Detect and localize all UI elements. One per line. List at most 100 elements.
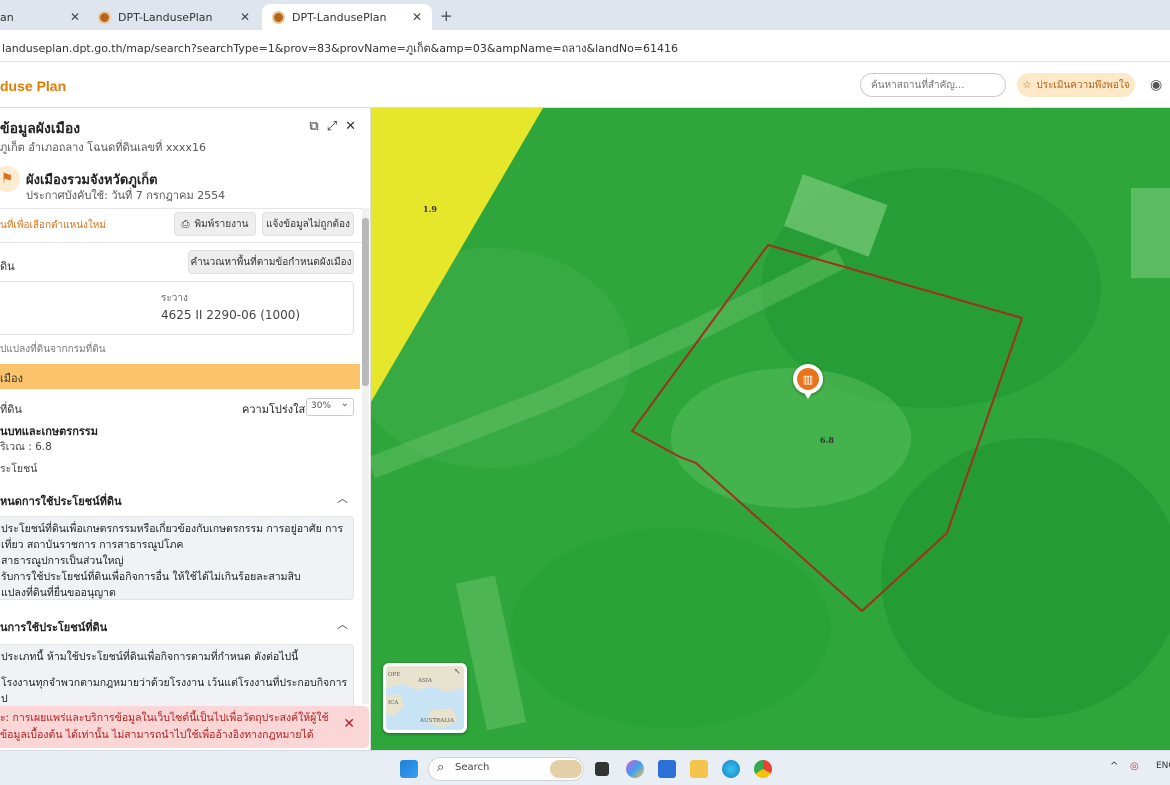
minimap-label: OPE xyxy=(388,672,401,678)
address-bar[interactable]: landuseplan.dpt.go.th/map/search?searchT… xyxy=(0,30,1170,62)
transparency-select[interactable]: 30% xyxy=(306,398,354,416)
overview-minimap[interactable]: OPE ASIA ICA AUSTRALIA ↖ xyxy=(383,663,467,733)
satisfaction-survey-button[interactable]: ☆ ประเมินความพึงพอใจ xyxy=(1017,73,1135,97)
taskbar-search-label: Search xyxy=(455,762,490,773)
vegetation-patch xyxy=(881,438,1170,718)
map-view[interactable]: 1.9 6.8 ▥ OPE ASIA ICA AUSTRALIA ↖ xyxy=(371,108,1170,750)
disclaimer-line: ข้อมูลเบื้องต้น ได้เท่านั้น ไม่สามารถนำไ… xyxy=(0,729,314,741)
plan-effective-date: ประกาศบังคับใช้: วันที่ 7 กรกฎาคม 2554 xyxy=(26,189,226,202)
printer-icon: ⎙ xyxy=(181,218,190,230)
divider xyxy=(0,208,362,209)
land-row-label: ดิน xyxy=(0,260,15,273)
map-pin-icon: ▥ xyxy=(797,368,819,390)
prohibited-rules-box: ประเภทนี้ ห้ามใช้ประโยชน์ที่ดินเพื่อกิจก… xyxy=(0,644,354,714)
rule-line: เที่ยว สถาบันราชการ การสาธารณูปโภค xyxy=(1,539,184,551)
panel-window-controls: ⧉ ⤢ ✕ xyxy=(309,119,356,134)
tab-label: an xyxy=(0,10,14,24)
minimap-label: ICA xyxy=(388,700,399,706)
close-tab-icon[interactable]: ✕ xyxy=(412,10,422,24)
rule-line: ป xyxy=(1,693,8,705)
collapse-minimap-icon[interactable]: ↖ xyxy=(454,667,461,676)
zone-value-label: 1.9 xyxy=(423,204,437,214)
app-logo[interactable]: duse Plan xyxy=(0,78,66,94)
section-prohibited-title[interactable]: นการใช้ประโยชน์ที่ดิน xyxy=(0,618,107,636)
file-explorer-icon[interactable] xyxy=(690,760,708,778)
transparency-label: ความโปร่งใส xyxy=(242,403,306,416)
browser-tab[interactable]: DPT-LandusePlan ✕ xyxy=(88,4,260,30)
close-tab-icon[interactable]: ✕ xyxy=(240,10,250,24)
rule-line: โรงงานทุกจำพวกตามกฎหมายว่าด้วยโรงงาน เว้… xyxy=(1,677,348,689)
close-icon[interactable]: ✕ xyxy=(345,119,356,134)
tab-label: DPT-LandusePlan xyxy=(292,10,387,24)
benefit-label: ระโยชน์ xyxy=(0,463,38,475)
new-tab-icon[interactable]: + xyxy=(440,7,453,25)
chevron-up-icon[interactable]: ︿ xyxy=(337,490,348,506)
input-language[interactable]: ENG xyxy=(1156,761,1170,771)
chrome-browser-icon[interactable] xyxy=(754,760,772,778)
store-icon[interactable] xyxy=(658,760,676,778)
edge-browser-icon[interactable] xyxy=(722,760,740,778)
zone-area: ริเวณ : 6.8 xyxy=(0,441,52,453)
satisfaction-survey-label: ประเมินความพึงพอใจ xyxy=(1036,79,1130,91)
camera-icon[interactable]: ◉ xyxy=(1150,77,1162,93)
minimap-label: AUSTRALIA xyxy=(420,718,454,724)
map-layer-icon[interactable]: ⧉ xyxy=(309,119,318,134)
town-plan-info-panel: ข้อมูลผังเมือง ภูเก็ต อำเภอถลาง โฉนดที่ด… xyxy=(0,108,371,750)
vegetation-patch xyxy=(671,368,911,508)
chevron-up-icon[interactable]: ︿ xyxy=(337,616,348,632)
location-pin[interactable]: ▥ xyxy=(793,364,823,399)
section-land-use-title[interactable]: หนดการใช้ประโยชน์ที่ดิน xyxy=(0,492,122,510)
tab-label: DPT-LandusePlan xyxy=(118,10,213,24)
rule-line: สาธารณูปการเป็นส่วนใหญ่ xyxy=(1,555,124,567)
copilot-icon[interactable] xyxy=(626,760,644,778)
panel-scrollbar-thumb[interactable] xyxy=(362,218,369,386)
land-label: ที่ดิน xyxy=(0,403,22,416)
map-sheet-label: ระวาง xyxy=(161,293,188,304)
tray-chevron-up-icon[interactable]: ^ xyxy=(1110,761,1118,772)
rule-line: แปลงที่ดินที่ยื่นขออนุญาต xyxy=(1,587,116,599)
rule-line: ประเภทนี้ ห้ามใช้ประโยชน์ที่ดินเพื่อกิจก… xyxy=(1,651,299,663)
disclaimer-line: ะ: การเผยแพร่และบริการข้อมูลในเว็บไซต์นี… xyxy=(0,712,329,724)
search-highlight-icon[interactable] xyxy=(550,760,582,778)
panel-title: ข้อมูลผังเมือง xyxy=(0,121,81,137)
panel-subtitle: ภูเก็ต อำเภอถลาง โฉนดที่ดินเลขที่ xxxx16 xyxy=(0,141,206,154)
building xyxy=(1131,188,1170,278)
disclaimer-notice: ะ: การเผยแพร่และบริการข้อมูลในเว็บไซต์นี… xyxy=(0,706,369,748)
app-header: duse Plan ☆ ประเมินความพึงพอใจ ◉ xyxy=(0,62,1170,108)
task-view-icon[interactable] xyxy=(595,762,609,776)
favicon-icon xyxy=(272,10,285,24)
land-use-rules-box: ประโยชน์ที่ดินเพื่อเกษตรกรรมหรือเกี่ยวข้… xyxy=(0,516,354,600)
place-search-input[interactable] xyxy=(860,73,1006,97)
rule-line xyxy=(1,665,353,675)
zone-value-label: 6.8 xyxy=(820,435,834,445)
plan-map-icon: ⚑ xyxy=(0,166,20,192)
map-sheet-value: 4625 II 2290-06 (1000) xyxy=(161,308,301,322)
browser-tab-active[interactable]: DPT-LandusePlan ✕ xyxy=(262,4,432,30)
star-icon: ☆ xyxy=(1022,79,1032,91)
network-icon[interactable]: ◎ xyxy=(1130,761,1139,772)
calculate-area-button[interactable]: คำนวณหาพื้นที่ตามข้อกำหนดผังเมือง xyxy=(188,250,354,274)
minimap-canvas[interactable]: OPE ASIA ICA AUSTRALIA ↖ xyxy=(386,666,464,730)
map-sheet-card: ระวาง 4625 II 2290-06 (1000) xyxy=(0,281,354,335)
land-conversion-note: ปแปลงที่ดินจากกรมที่ดิน xyxy=(0,344,106,355)
browser-tab-bar: an ✕ DPT-LandusePlan ✕ DPT-LandusePlan ✕… xyxy=(0,0,1170,30)
select-new-location-link[interactable]: นที่เพื่อเลือกตำแหน่งใหม่ xyxy=(0,218,106,233)
browser-tab[interactable]: an ✕ xyxy=(0,4,90,30)
map-canvas[interactable] xyxy=(371,108,1170,750)
rule-line: รับการใช้ประโยชน์ที่ดินเพื่อกิจการอื่น ใ… xyxy=(1,571,301,583)
os-taskbar: Search ^ ◎ ENG xyxy=(0,750,1170,785)
print-report-label: พิมพ์รายงาน xyxy=(194,218,249,230)
expand-icon[interactable]: ⤢ xyxy=(327,119,337,134)
favicon-icon xyxy=(98,10,111,24)
vegetation-patch xyxy=(511,528,831,728)
divider xyxy=(0,242,362,243)
report-incorrect-button[interactable]: แจ้งข้อมูลไม่ถูกต้อง xyxy=(262,212,354,236)
close-tab-icon[interactable]: ✕ xyxy=(70,10,80,24)
minimap-label: ASIA xyxy=(418,678,432,684)
url-text[interactable]: landuseplan.dpt.go.th/map/search?searchT… xyxy=(2,39,678,57)
close-notice-icon[interactable]: ✕ xyxy=(343,716,355,733)
zone-header-bar[interactable]: เมือง xyxy=(0,364,360,389)
rule-line: ประโยชน์ที่ดินเพื่อเกษตรกรรมหรือเกี่ยวข้… xyxy=(1,523,343,535)
windows-start-icon[interactable] xyxy=(400,760,418,778)
print-report-button[interactable]: ⎙ พิมพ์รายงาน xyxy=(174,212,256,236)
